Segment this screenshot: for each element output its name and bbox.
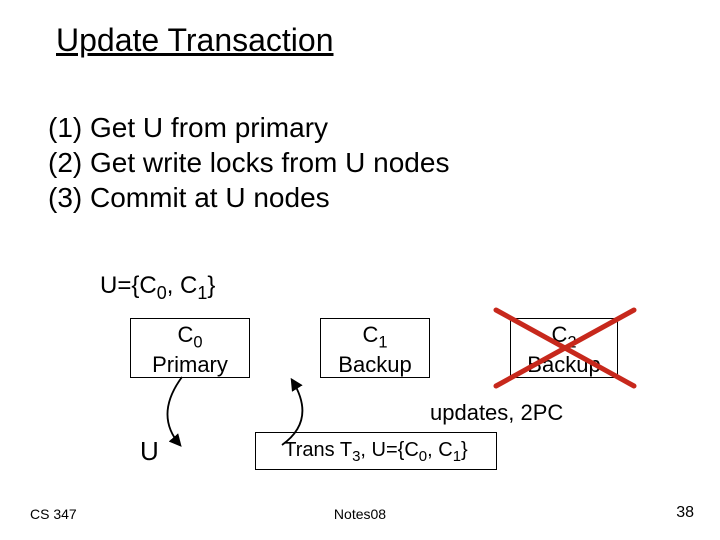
footer-notes: Notes08 <box>0 506 720 522</box>
node-c1-name: C1 <box>321 322 429 352</box>
node-c1-prefix: C <box>362 322 378 347</box>
trans-sub1: 1 <box>453 448 461 465</box>
footer-page-number: 38 <box>676 504 694 522</box>
node-c1-role: Backup <box>321 352 429 377</box>
slide: Update Transaction (1) Get U from primar… <box>0 0 720 540</box>
node-c1-sub: 1 <box>378 333 387 351</box>
trans-mid: , U={C <box>360 439 418 461</box>
node-c2-sub: 2 <box>567 333 576 351</box>
node-c2-backup: C2 Backup <box>510 318 618 378</box>
uset-sub0: 0 <box>157 283 167 303</box>
updates-2pc-label: updates, 2PC <box>430 400 563 426</box>
u-set-definition: U={C0, C1} <box>100 272 215 304</box>
page-title: Update Transaction <box>56 22 334 59</box>
uset-text3: } <box>207 272 215 299</box>
transaction-box: Trans T3, U={C0, C1} <box>255 432 497 470</box>
u-label: U <box>140 436 159 467</box>
node-c0-sub: 0 <box>193 333 202 351</box>
trans-prefix: Trans T <box>284 439 352 461</box>
trans-suffix: } <box>461 439 468 461</box>
node-c2-role: Backup <box>511 352 617 377</box>
node-c2-name: C2 <box>511 322 617 352</box>
node-c0-primary: C0 Primary <box>130 318 250 378</box>
trans-sub0: 0 <box>419 448 427 465</box>
node-c1-backup: C1 Backup <box>320 318 430 378</box>
uset-sub1: 1 <box>197 283 207 303</box>
step-3: (3) Commit at U nodes <box>48 180 449 215</box>
node-c0-prefix: C <box>177 322 193 347</box>
uset-text: U={C <box>100 272 157 299</box>
step-1: (1) Get U from primary <box>48 110 449 145</box>
node-c2-prefix: C <box>551 322 567 347</box>
steps-list: (1) Get U from primary (2) Get write loc… <box>48 110 449 215</box>
node-c0-name: C0 <box>131 322 249 352</box>
trans-mid2: , C <box>427 439 453 461</box>
node-c0-role: Primary <box>131 352 249 377</box>
step-2: (2) Get write locks from U nodes <box>48 145 449 180</box>
uset-text2: , C <box>167 272 198 299</box>
